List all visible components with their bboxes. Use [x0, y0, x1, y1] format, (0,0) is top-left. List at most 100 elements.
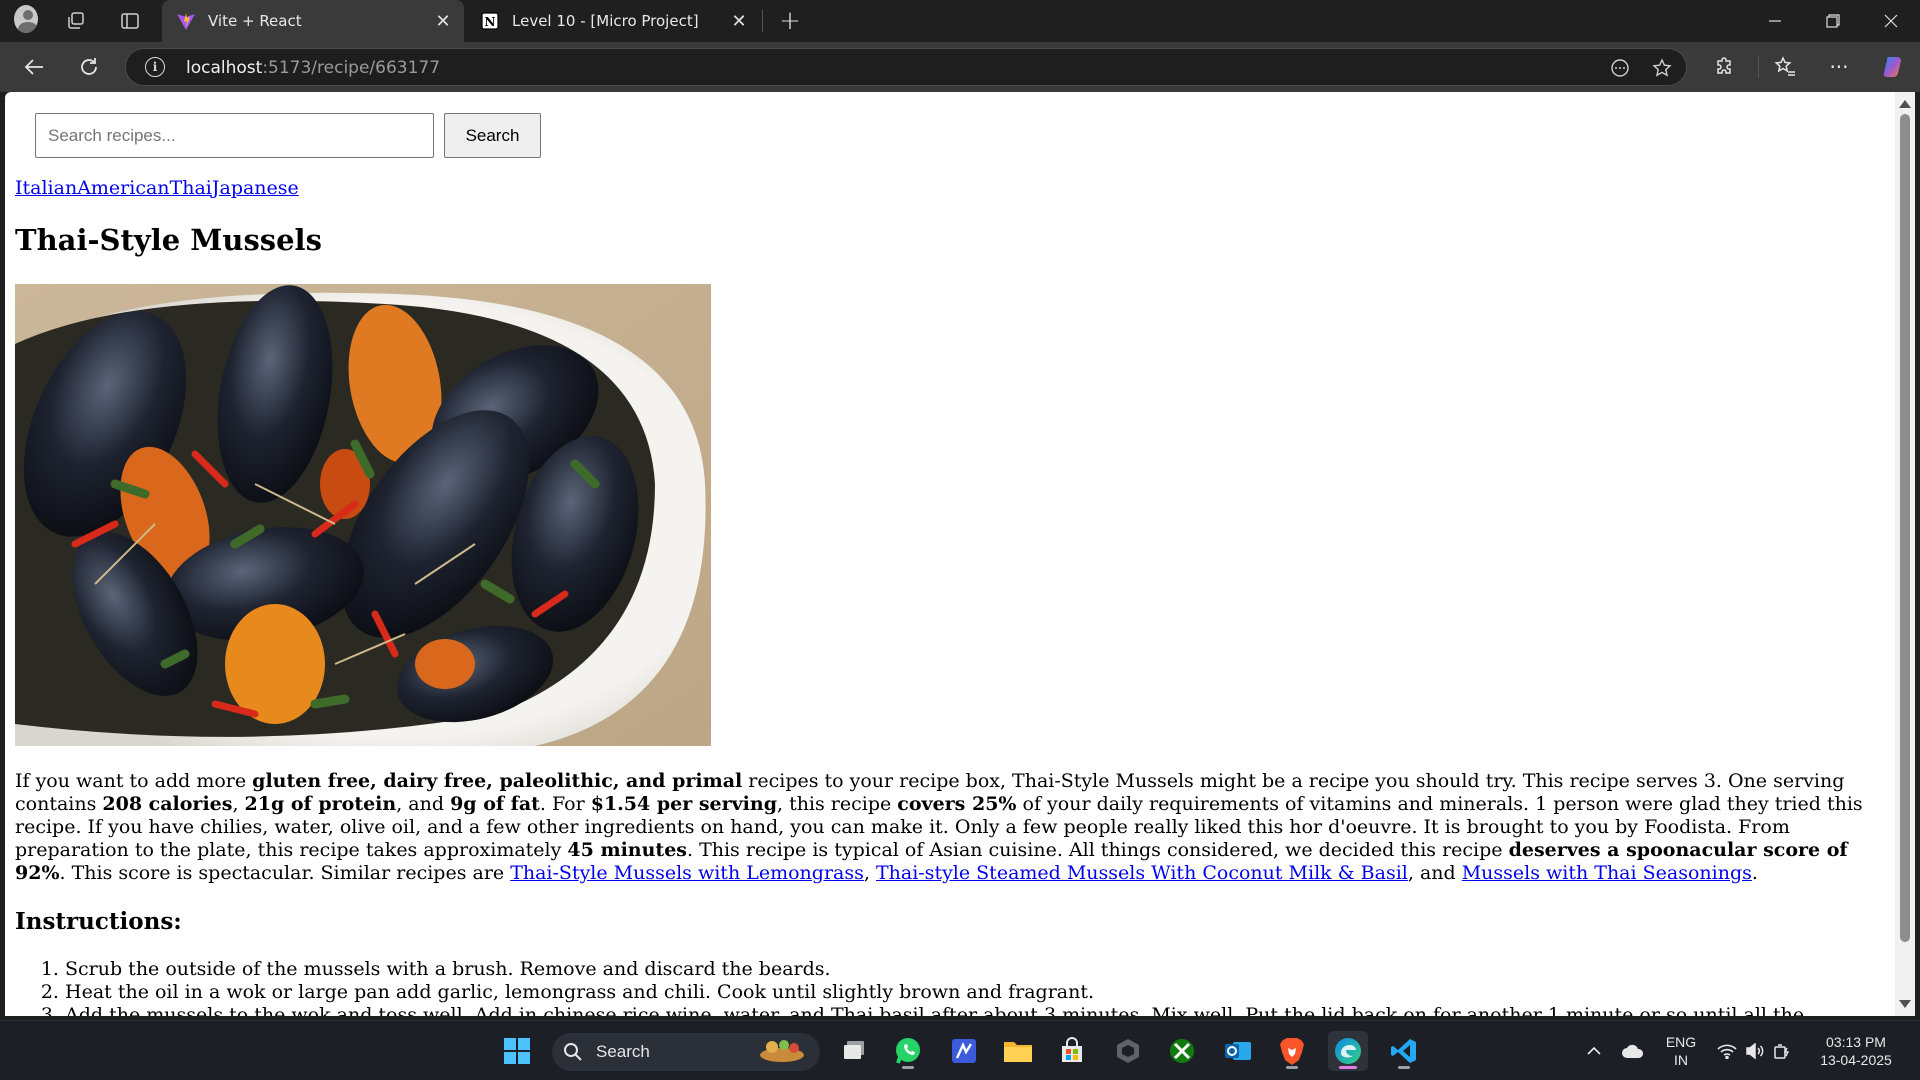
similar-recipe-link[interactable]: Thai-Style Mussels with Lemongrass	[510, 862, 864, 884]
favorites-list-icon[interactable]	[1770, 53, 1800, 81]
cuisine-link-japanese[interactable]: Japanese	[212, 177, 299, 199]
summary-bold: 21g of protein	[244, 793, 397, 815]
taskbar-search-label: Search	[596, 1042, 650, 1061]
outlook-icon[interactable]	[1218, 1031, 1258, 1071]
input-language-indicator[interactable]: ENG IN	[1656, 1021, 1706, 1080]
address-bar[interactable]: i localhost:5173/recipe/663177	[125, 48, 1687, 86]
extensions-icon[interactable]	[1710, 53, 1740, 81]
url-path: :5173/recipe/663177	[262, 58, 441, 78]
search-button[interactable]: Search	[444, 113, 541, 158]
summary-bold: $1.54 per serving	[590, 793, 777, 815]
task-view-icon[interactable]	[834, 1031, 874, 1071]
language-label: ENG	[1665, 1034, 1697, 1050]
show-hidden-icons-chevron-icon[interactable]	[1580, 1021, 1608, 1080]
toolbar-separator	[1758, 56, 1759, 78]
active-indicator	[1339, 1066, 1357, 1069]
minimize-icon[interactable]	[1746, 0, 1804, 42]
summary-bold: 9g of fat	[450, 793, 540, 815]
summary-text: , this recipe	[776, 793, 898, 815]
search-highlight-icon	[754, 1035, 810, 1070]
similar-recipe-link[interactable]: Mussels with Thai Seasonings	[1462, 862, 1752, 884]
back-arrow-icon[interactable]	[19, 53, 49, 81]
recipe-search-input[interactable]	[35, 113, 434, 158]
onedrive-cloud-icon[interactable]	[1618, 1021, 1648, 1080]
xbox-icon[interactable]	[1162, 1031, 1202, 1071]
instruction-step: Heat the oil in a wok or large pan add g…	[65, 981, 1885, 1004]
summary-text: ,	[232, 793, 245, 815]
tab-title: Vite + React	[208, 12, 302, 30]
recipe-photo	[15, 284, 711, 746]
taskbar-search-box[interactable]: Search	[552, 1033, 820, 1071]
new-tab-plus-icon[interactable]: +	[775, 6, 805, 36]
summary-text: If you want to add more	[15, 770, 253, 792]
summary-text: . For	[539, 793, 591, 815]
instruction-step: Add the mussels to the wok and toss well…	[65, 1004, 1885, 1016]
page-viewport: Search ItalianAmericanThaiJapanese Thai-…	[5, 92, 1895, 1016]
tab-vite-react[interactable]: Vite + React ✕	[162, 0, 464, 42]
similar-recipe-link[interactable]: Thai-style Steamed Mussels With Coconut …	[876, 862, 1408, 884]
battery-icon[interactable]	[1770, 1021, 1796, 1080]
summary-text: .	[1751, 862, 1758, 884]
summary-text: ,	[863, 862, 876, 884]
scroll-down-arrow-icon[interactable]	[1899, 1000, 1911, 1008]
running-indicator	[1286, 1066, 1298, 1069]
recipe-title: Thai-Style Mussels	[15, 223, 322, 257]
wifi-icon[interactable]	[1714, 1021, 1740, 1080]
copilot-icon[interactable]	[1878, 53, 1908, 81]
system-clock[interactable]: 03:13 PM 13-04-2025	[1806, 1021, 1906, 1080]
microsoft-store-icon[interactable]	[1052, 1031, 1092, 1071]
windows-taskbar: Search ENG IN 03:13 PM 13-04-2025	[0, 1020, 1920, 1080]
summary-bold: covers 25%	[897, 793, 1017, 815]
search-icon	[562, 1041, 584, 1063]
url-text[interactable]: localhost:5173/recipe/663177	[186, 58, 440, 78]
url-host: localhost	[186, 58, 263, 78]
scroll-up-arrow-icon[interactable]	[1899, 100, 1911, 108]
summary-text: . This score is spectacular. Similar rec…	[59, 862, 511, 884]
tab-title: Level 10 - [Micro Project]	[512, 12, 699, 30]
workspaces-icon[interactable]	[64, 9, 88, 33]
vite-logo-icon	[176, 11, 196, 31]
dev-tool-icon[interactable]	[1108, 1031, 1148, 1071]
restore-icon[interactable]	[1804, 0, 1862, 42]
favorite-star-icon[interactable]	[1650, 56, 1674, 80]
summary-text: . This recipe is typical of Asian cuisin…	[686, 839, 1509, 861]
close-tab-icon[interactable]: ✕	[428, 6, 458, 36]
cuisine-link-american[interactable]: American	[77, 177, 169, 199]
instructions-list: Scrub the outside of the mussels with a …	[65, 958, 1885, 1016]
summary-bold: 208 calories	[102, 793, 233, 815]
notion-logo-icon: N	[480, 11, 500, 31]
close-window-icon[interactable]	[1862, 0, 1920, 42]
summary-text: , and	[396, 793, 451, 815]
clock-time: 03:13 PM	[1826, 1034, 1886, 1050]
scrollbar-thumb[interactable]	[1900, 114, 1910, 942]
instruction-step: Scrub the outside of the mussels with a …	[65, 958, 1885, 981]
editor-app-icon[interactable]	[944, 1031, 984, 1071]
brave-browser-icon[interactable]	[1272, 1031, 1312, 1071]
cuisine-link-thai[interactable]: Thai	[170, 177, 212, 199]
profile-avatar-icon[interactable]	[14, 5, 38, 33]
site-info-icon[interactable]: i	[145, 57, 165, 77]
summary-bold: gluten free, dairy free, paleolithic, an…	[252, 770, 743, 792]
edge-browser-icon[interactable]	[1328, 1031, 1368, 1071]
tab-level-10[interactable]: N Level 10 - [Micro Project] ✕	[466, 0, 760, 42]
reading-mode-icon[interactable]	[1608, 56, 1632, 80]
cuisine-links: ItalianAmericanThaiJapanese	[15, 177, 299, 199]
volume-icon[interactable]	[1742, 1021, 1768, 1080]
page-scrollbar[interactable]	[1895, 92, 1915, 1016]
cuisine-link-italian[interactable]: Italian	[15, 177, 77, 199]
windows-start-icon[interactable]	[497, 1031, 537, 1071]
region-label: IN	[1674, 1052, 1688, 1068]
browser-navigation-bar: i localhost:5173/recipe/663177 ···	[0, 42, 1920, 92]
summary-text: , and	[1407, 862, 1462, 884]
more-options-icon[interactable]: ···	[1824, 53, 1854, 81]
whatsapp-icon[interactable]	[888, 1031, 928, 1071]
instructions-heading: Instructions:	[15, 908, 182, 935]
tab-actions-icon[interactable]	[118, 9, 142, 33]
vscode-icon[interactable]	[1384, 1031, 1424, 1071]
file-explorer-icon[interactable]	[998, 1031, 1038, 1071]
running-indicator	[902, 1066, 914, 1069]
reload-icon[interactable]	[74, 53, 104, 81]
tab-separator	[762, 10, 763, 32]
close-tab-icon[interactable]: ✕	[724, 6, 754, 36]
recipe-search-form: Search	[35, 113, 541, 158]
